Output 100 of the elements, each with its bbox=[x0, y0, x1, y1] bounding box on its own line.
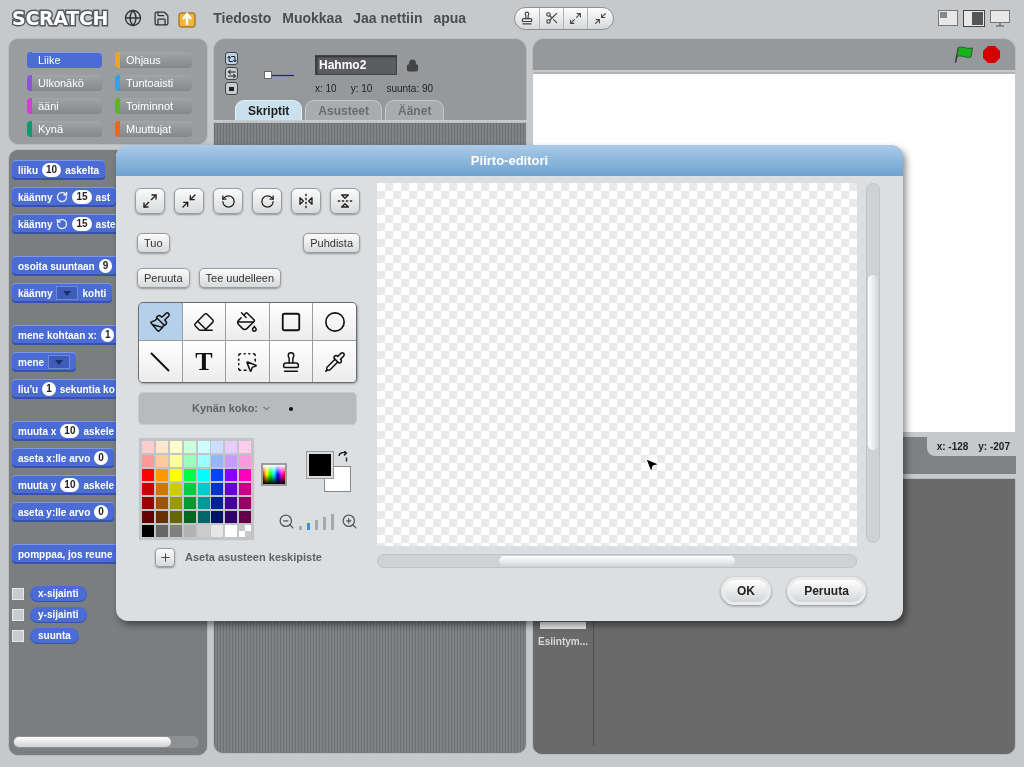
stamp-tool[interactable] bbox=[269, 341, 313, 382]
save-icon[interactable] bbox=[153, 9, 171, 27]
number-input[interactable]: 15 bbox=[72, 190, 92, 204]
ok-button[interactable]: OK bbox=[721, 577, 771, 605]
grow-button[interactable] bbox=[135, 188, 165, 214]
color-swatch-icon[interactable] bbox=[142, 483, 154, 495]
lock-icon[interactable] bbox=[406, 58, 419, 72]
swap-arrows-icon[interactable] bbox=[337, 451, 349, 462]
number-input[interactable]: 0 bbox=[94, 505, 108, 519]
horizontal-scrollbar[interactable] bbox=[13, 736, 199, 748]
motion-block[interactable]: mene bbox=[12, 352, 77, 372]
number-input[interactable]: 9 bbox=[98, 259, 113, 273]
color-swatch-icon[interactable] bbox=[142, 469, 154, 481]
checkbox[interactable] bbox=[12, 588, 24, 600]
color-swatch-icon[interactable] bbox=[211, 469, 224, 481]
checkbox[interactable] bbox=[12, 609, 24, 621]
category-button[interactable]: Liike bbox=[27, 52, 102, 68]
color-swatch-icon[interactable] bbox=[225, 525, 238, 537]
zoom-out-icon[interactable] bbox=[278, 513, 295, 530]
motion-block[interactable]: osoita suuntaan 9 bbox=[12, 256, 119, 276]
zoom-in-icon[interactable] bbox=[341, 513, 358, 530]
rotate-left-button[interactable] bbox=[213, 188, 243, 214]
color-swatch-icon[interactable] bbox=[239, 483, 252, 495]
color-swatch-icon[interactable] bbox=[183, 497, 196, 509]
cancel-button[interactable]: Peruuta bbox=[787, 577, 866, 605]
presentation-mode-icon[interactable] bbox=[990, 9, 1010, 27]
menu-item[interactable]: Tiedosto bbox=[213, 7, 272, 29]
color-swatch-icon[interactable] bbox=[169, 497, 182, 509]
motion-block[interactable]: pomppaa, jos reune bbox=[12, 544, 119, 564]
stage-thumbnail[interactable] bbox=[540, 622, 586, 629]
color-swatch-icon[interactable] bbox=[197, 441, 210, 453]
color-swatch-icon[interactable] bbox=[183, 525, 196, 537]
rotate-right-button[interactable] bbox=[252, 188, 282, 214]
color-swatch-icon[interactable] bbox=[142, 455, 154, 467]
foreground-color-swatch[interactable] bbox=[307, 452, 333, 478]
shrink-button[interactable] bbox=[174, 188, 204, 214]
color-swatch-icon[interactable] bbox=[197, 483, 210, 495]
number-input[interactable]: 1 bbox=[100, 328, 115, 342]
color-swatch-icon[interactable] bbox=[239, 497, 252, 509]
globe-icon[interactable] bbox=[124, 9, 143, 27]
set-center-button[interactable] bbox=[155, 548, 175, 567]
motion-block[interactable]: käänny kohti bbox=[12, 283, 113, 303]
color-spectrum-icon[interactable] bbox=[261, 463, 287, 486]
color-swatch-icon[interactable] bbox=[211, 441, 224, 453]
menu-item[interactable]: apua bbox=[433, 7, 467, 29]
checkbox[interactable] bbox=[12, 630, 24, 642]
dropdown-field[interactable] bbox=[56, 286, 79, 300]
color-swatch-icon[interactable] bbox=[142, 441, 154, 453]
color-swatch-icon[interactable] bbox=[239, 469, 252, 481]
rectangle-tool[interactable] bbox=[269, 303, 313, 340]
number-input[interactable]: 10 bbox=[60, 478, 80, 492]
select-tool[interactable] bbox=[226, 341, 269, 382]
flip-style-button[interactable] bbox=[225, 67, 238, 80]
color-swatch-icon[interactable] bbox=[225, 497, 238, 509]
horizontal-scrollbar[interactable] bbox=[377, 554, 857, 568]
sprite-name-field[interactable]: Hahmo2 bbox=[315, 55, 397, 75]
stop-sign-icon[interactable] bbox=[983, 46, 1000, 63]
color-swatch-icon[interactable] bbox=[197, 497, 210, 509]
normal-stage-icon[interactable] bbox=[963, 9, 985, 27]
number-input[interactable]: 10 bbox=[60, 424, 80, 438]
color-swatch-icon[interactable] bbox=[239, 441, 252, 453]
brush-tool[interactable] bbox=[139, 303, 182, 340]
color-swatch-icon[interactable] bbox=[197, 455, 210, 467]
color-swatch-icon[interactable] bbox=[197, 511, 210, 523]
color-swatch-icon[interactable] bbox=[155, 455, 168, 467]
color-swatch-icon[interactable] bbox=[183, 469, 196, 481]
eyedropper-tool[interactable] bbox=[313, 341, 356, 382]
import-button[interactable]: Tuo bbox=[137, 233, 170, 253]
color-swatch-icon[interactable] bbox=[183, 483, 196, 495]
color-swatch-icon[interactable] bbox=[169, 483, 182, 495]
color-swatch-icon[interactable] bbox=[155, 441, 168, 453]
color-swatch-icon[interactable] bbox=[183, 455, 196, 467]
motion-block[interactable]: aseta y:lle arvo 0 bbox=[12, 502, 114, 522]
color-swatch-icon[interactable] bbox=[169, 511, 182, 523]
menu-item[interactable]: Jaa nettiin bbox=[353, 7, 423, 29]
color-swatch-icon[interactable] bbox=[225, 441, 238, 453]
color-swatch-icon[interactable] bbox=[211, 483, 224, 495]
transparent-swatch-icon[interactable] bbox=[239, 525, 252, 537]
color-swatch-icon[interactable] bbox=[197, 525, 210, 537]
eraser-tool[interactable] bbox=[182, 303, 226, 340]
color-swatch-icon[interactable] bbox=[239, 455, 252, 467]
scrollbar-thumb[interactable] bbox=[14, 737, 171, 747]
color-swatch-icon[interactable] bbox=[225, 469, 238, 481]
number-input[interactable]: 1 bbox=[42, 382, 56, 396]
flip-horizontal-button[interactable] bbox=[291, 188, 321, 214]
color-swatch-icon[interactable] bbox=[225, 455, 238, 467]
color-swatch-icon[interactable] bbox=[169, 469, 182, 481]
flag-icon[interactable] bbox=[954, 46, 974, 63]
no-rotation-button[interactable] bbox=[225, 82, 238, 95]
scrollbar-thumb[interactable] bbox=[499, 556, 735, 566]
color-swatch-icon[interactable] bbox=[155, 511, 168, 523]
tab[interactable]: Skriptit bbox=[235, 100, 303, 120]
color-swatch-icon[interactable] bbox=[183, 441, 196, 453]
scrollbar-thumb[interactable] bbox=[868, 275, 878, 450]
color-swatch-icon[interactable] bbox=[169, 441, 182, 453]
number-input[interactable]: 0 bbox=[94, 451, 108, 465]
color-swatch-icon[interactable] bbox=[155, 469, 168, 481]
reporter-block[interactable]: suunta bbox=[30, 628, 79, 644]
rotate-style-button[interactable] bbox=[225, 52, 238, 65]
color-swatch-icon[interactable] bbox=[225, 483, 238, 495]
